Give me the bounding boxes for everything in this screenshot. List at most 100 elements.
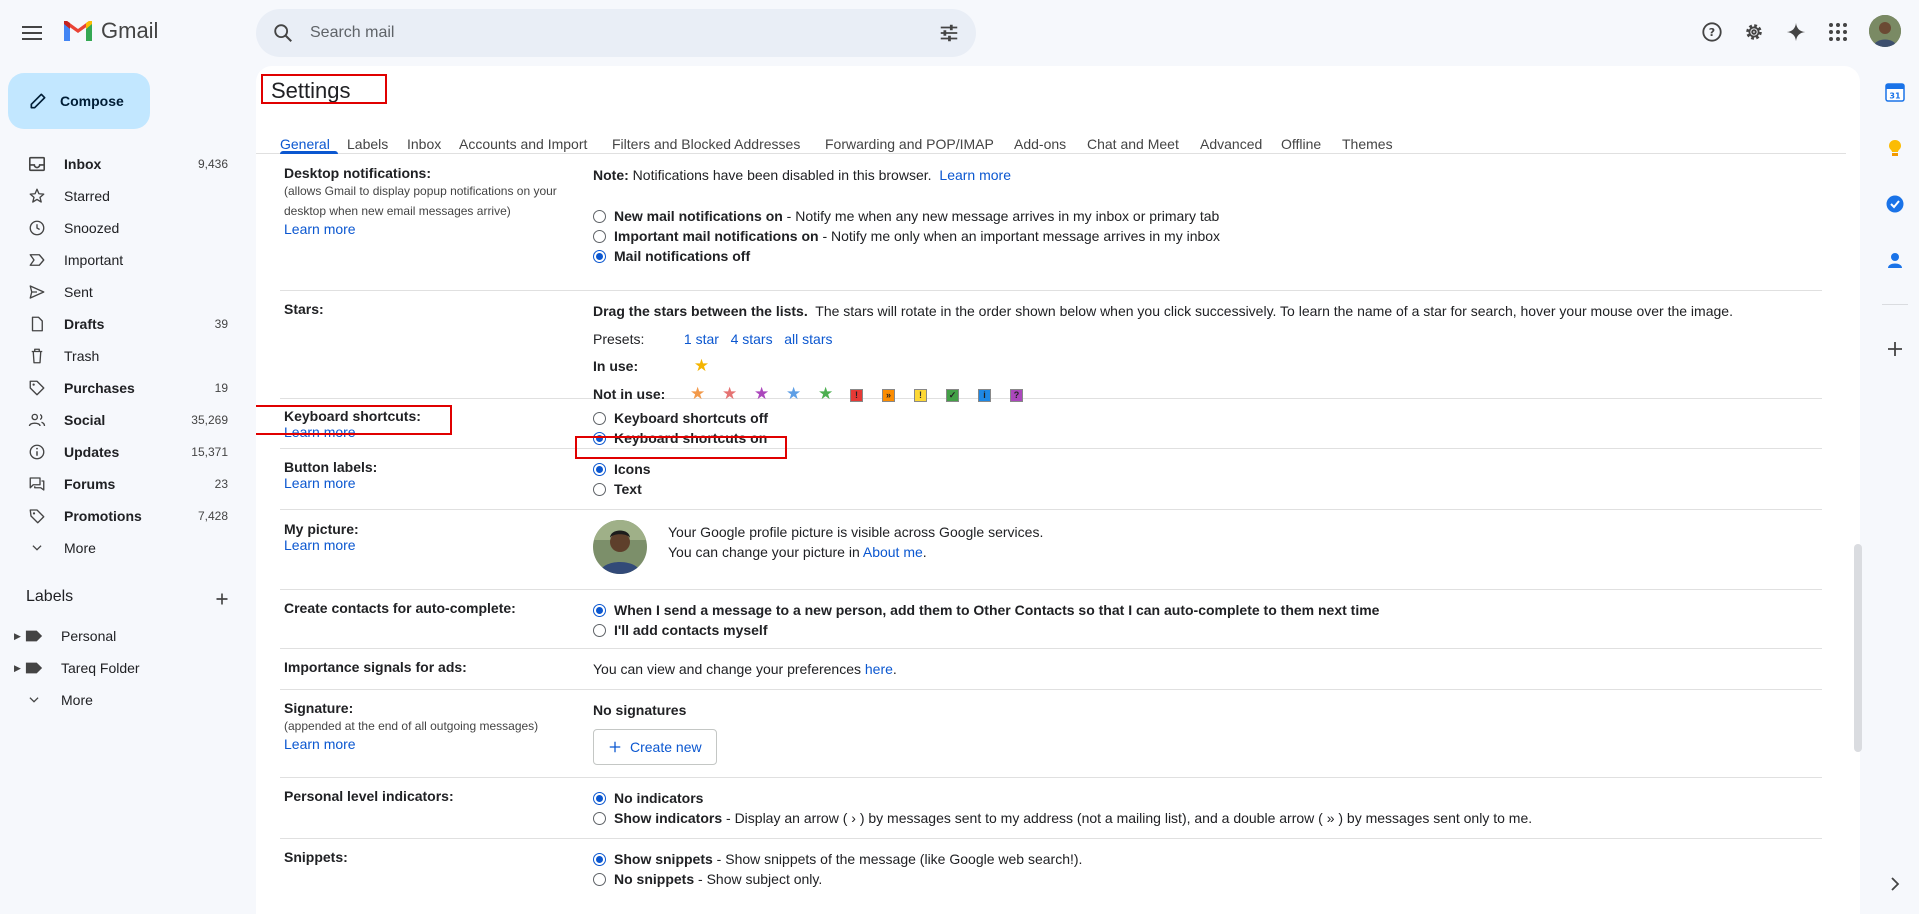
radio-manual-contacts[interactable]: I'll add contacts myself (593, 620, 1379, 640)
radio-button[interactable] (593, 250, 606, 263)
tab-addons[interactable]: Add-ons (1014, 136, 1066, 152)
yellow-star-icon[interactable]: ★ (694, 356, 726, 376)
preset-1-star[interactable]: 1 star (684, 331, 719, 347)
keep-icon[interactable] (1885, 138, 1905, 158)
radio-button[interactable] (593, 792, 606, 805)
radio-button[interactable] (593, 873, 606, 886)
learn-more-link[interactable]: Learn more (284, 221, 356, 237)
radio-new-mail[interactable]: New mail notifications on - Notify me wh… (593, 206, 1220, 226)
sidebar-item-social[interactable]: Social 35,269 (0, 404, 240, 436)
contacts-icon[interactable] (1885, 250, 1905, 270)
sidebar-item-starred[interactable]: Starred (0, 180, 240, 212)
profile-picture[interactable] (593, 520, 647, 574)
search-input[interactable] (310, 9, 870, 57)
tab-general[interactable]: General (280, 136, 330, 152)
radio-no-snippets[interactable]: No snippets - Show subject only. (593, 869, 1082, 889)
radio-important-mail[interactable]: Important mail notifications on - Notify… (593, 226, 1220, 246)
sidebar-item-purchases[interactable]: Purchases 19 (0, 372, 240, 404)
radio-button[interactable] (593, 812, 606, 825)
radio-button[interactable] (593, 604, 606, 617)
sidebar-item-trash[interactable]: Trash (0, 340, 240, 372)
collapse-panel-chevron-icon[interactable] (1885, 874, 1905, 894)
inbox-icon (27, 154, 47, 174)
tab-labels[interactable]: Labels (347, 136, 388, 152)
vertical-scrollbar[interactable] (1854, 544, 1862, 752)
search-icon[interactable] (272, 22, 294, 44)
tab-filters[interactable]: Filters and Blocked Addresses (612, 136, 800, 152)
sidebar-item-inbox[interactable]: Inbox 9,436 (0, 148, 240, 180)
radio-button[interactable] (593, 483, 606, 496)
gemini-sparkle-icon[interactable] (1781, 17, 1811, 47)
sidebar-item-promotions[interactable]: Promotions 7,428 (0, 500, 240, 532)
radio-button[interactable] (593, 210, 606, 223)
add-label-icon[interactable] (211, 588, 233, 610)
tab-inbox[interactable]: Inbox (407, 136, 441, 152)
learn-more-link[interactable]: Learn more (284, 475, 356, 491)
radio-show-snippets[interactable]: Show snippets - Show snippets of the mes… (593, 849, 1082, 869)
tasks-icon[interactable] (1885, 194, 1905, 214)
tab-forwarding[interactable]: Forwarding and POP/IMAP (825, 136, 994, 152)
preset-4-stars[interactable]: 4 stars (731, 331, 773, 347)
radio-button[interactable] (593, 463, 606, 476)
tab-chat-meet[interactable]: Chat and Meet (1087, 136, 1179, 152)
period: . (892, 661, 897, 677)
radio-text[interactable]: Text (593, 479, 651, 499)
radio-button[interactable] (593, 230, 606, 243)
radio-icons[interactable]: Icons (593, 459, 651, 479)
expand-arrow-icon[interactable]: ▶ (14, 631, 24, 642)
unread-count: 7,428 (197, 509, 228, 523)
preset-all-stars[interactable]: all stars (784, 331, 832, 347)
setting-label: Create contacts for auto-complete: (284, 600, 516, 616)
here-link[interactable]: here (865, 661, 893, 677)
setting-label: Snippets: (284, 849, 348, 865)
sidebar-item-sent[interactable]: Sent (0, 276, 240, 308)
account-avatar[interactable] (1869, 15, 1901, 47)
radio-button[interactable] (593, 853, 606, 866)
help-icon[interactable]: ? (1697, 17, 1727, 47)
radio-show-indicators[interactable]: Show indicators - Display an arrow ( › )… (593, 808, 1532, 828)
importance-label-col: Importance signals for ads: (284, 659, 467, 675)
sidebar-item-snoozed[interactable]: Snoozed (0, 212, 240, 244)
add-addon-icon[interactable] (1885, 339, 1905, 359)
sidebar-item-label: Drafts (64, 316, 105, 332)
settings-gear-icon[interactable] (1739, 17, 1769, 47)
learn-more-link[interactable]: Learn more (939, 167, 1011, 183)
radio-notifications-off[interactable]: Mail notifications off (593, 246, 1220, 266)
sidebar-item-forums[interactable]: Forums 23 (0, 468, 240, 500)
label-tag-icon (24, 658, 44, 678)
sidebar-item-label: Inbox (64, 156, 102, 172)
gmail-logo[interactable]: Gmail (62, 18, 158, 44)
tab-offline[interactable]: Offline (1281, 136, 1321, 152)
radio-auto-add-contacts[interactable]: When I send a message to a new person, a… (593, 600, 1379, 620)
radio-button[interactable] (593, 624, 606, 637)
sidebar-item-important[interactable]: Important (0, 244, 240, 276)
highlight-box-shortcuts-on (575, 436, 787, 459)
tab-themes[interactable]: Themes (1342, 136, 1393, 152)
apps-grid-icon[interactable] (1823, 17, 1853, 47)
sidebar-item-more[interactable]: More (0, 532, 240, 564)
about-me-link[interactable]: About me (863, 544, 923, 560)
compose-button[interactable]: Compose (8, 73, 150, 129)
tab-advanced[interactable]: Advanced (1200, 136, 1262, 152)
label-item-personal[interactable]: ▶ Personal (0, 620, 240, 652)
labels-more[interactable]: More (0, 684, 240, 716)
learn-more-link[interactable]: Learn more (284, 736, 356, 752)
tab-accounts-import[interactable]: Accounts and Import (459, 136, 587, 152)
radio-button[interactable] (593, 412, 606, 425)
create-new-signature-button[interactable]: Create new (593, 729, 717, 765)
label-item-tareq-folder[interactable]: ▶ Tareq Folder (0, 652, 240, 684)
importance-text: You can view and change your preferences… (593, 659, 897, 679)
sidebar-item-drafts[interactable]: Drafts 39 (0, 308, 240, 340)
picture-line-1: Your Google profile picture is visible a… (668, 524, 1044, 540)
main-menu-icon[interactable] (17, 18, 47, 48)
radio-shortcuts-off[interactable]: Keyboard shortcuts off (593, 408, 768, 428)
expand-arrow-icon[interactable]: ▶ (14, 663, 24, 674)
draft-icon (27, 314, 47, 334)
radio-no-indicators[interactable]: No indicators (593, 788, 1532, 808)
sidebar-item-updates[interactable]: Updates 15,371 (0, 436, 240, 468)
learn-more-link[interactable]: Learn more (284, 537, 356, 553)
highlight-box-title (261, 74, 387, 104)
search-options-icon[interactable] (938, 22, 960, 44)
calendar-icon[interactable]: 31 (1885, 82, 1905, 102)
row-desktop-notifications: Desktop notifications: (allows Gmail to … (280, 154, 1822, 291)
